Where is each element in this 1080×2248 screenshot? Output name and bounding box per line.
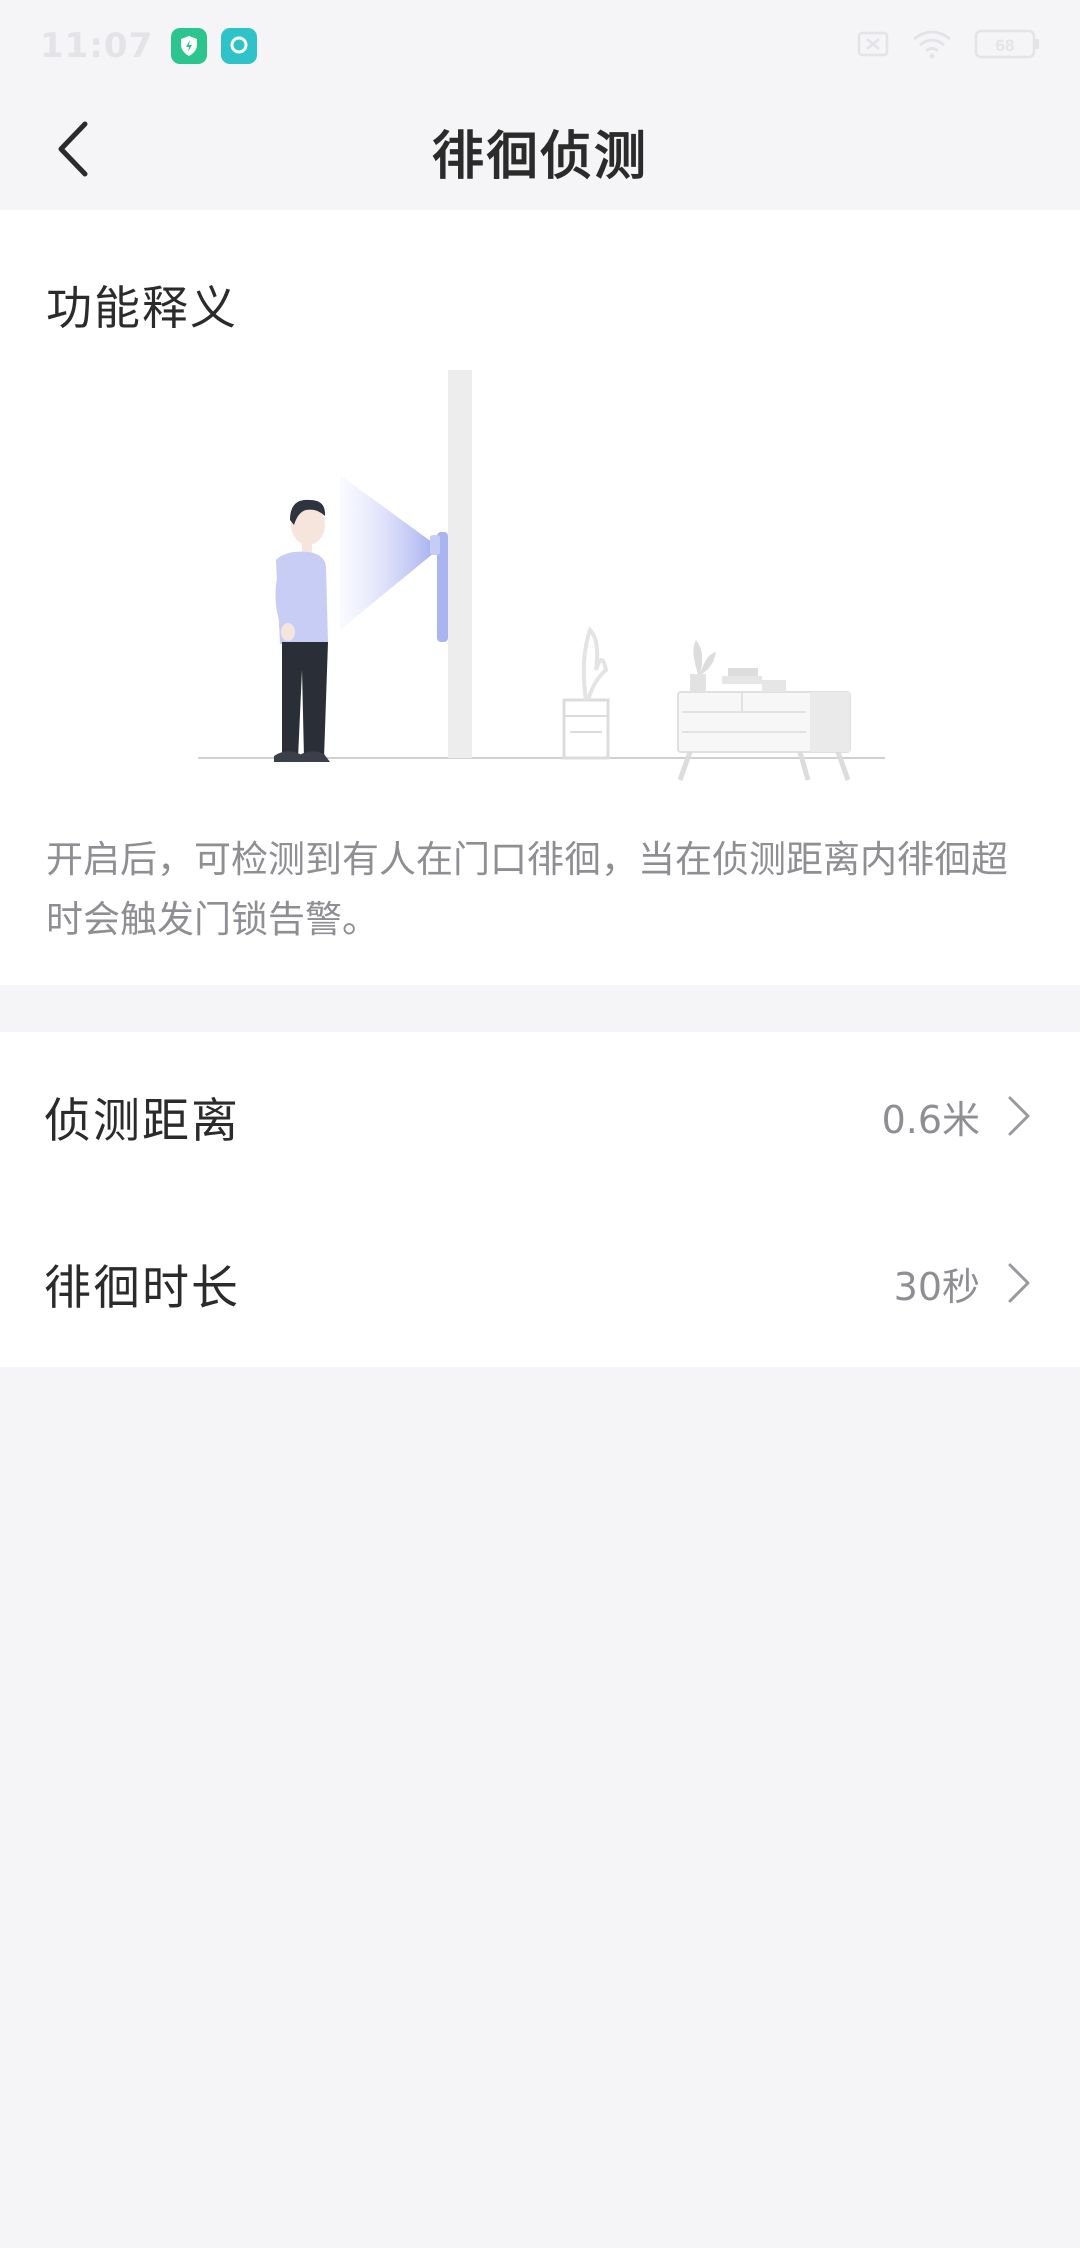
battery-level-text: 68: [996, 36, 1015, 55]
shield-lightning-icon: [171, 28, 208, 64]
battery-icon: 68: [974, 28, 1040, 64]
wifi-icon: [912, 29, 952, 63]
setting-row-detection-distance[interactable]: 侦测距离 0.6米: [0, 1032, 1080, 1200]
status-time: 11:07: [40, 26, 154, 66]
page-title: 徘徊侦测: [431, 126, 648, 187]
nav-bar: 徘徊侦测: [0, 92, 1080, 210]
status-bar: 11:07 68: [0, 0, 1080, 92]
chevron-right-icon: [1006, 1093, 1040, 1139]
back-button[interactable]: [38, 114, 108, 184]
setting-label-detection-distance: 侦测距离: [44, 1093, 240, 1149]
sim-off-icon: [856, 30, 890, 62]
setting-label-loiter-duration: 徘徊时长: [44, 1260, 240, 1316]
setting-value-detection-distance: 0.6米: [881, 1097, 980, 1142]
explain-card: 功能释义 开启后，可检测到有人在门口徘徊，当在侦测距离内徘徊超时会触发门锁告警。: [0, 210, 1080, 985]
section-title: 功能释义: [46, 281, 238, 335]
feature-description: 开启后，可检测到有人在门口徘徊，当在侦测距离内徘徊超时会触发门锁告警。: [46, 838, 1008, 941]
mijia-app-icon: [221, 28, 258, 64]
chevron-left-icon: [58, 121, 88, 177]
person-at-door-camera-illustration: [198, 370, 885, 781]
setting-row-loiter-duration[interactable]: 徘徊时长 30秒: [0, 1199, 1080, 1367]
settings-card: 侦测距离 0.6米 徘徊时长 30秒: [0, 1032, 1080, 1367]
setting-value-loiter-duration: 30秒: [893, 1264, 980, 1309]
chevron-right-icon: [1006, 1260, 1040, 1306]
